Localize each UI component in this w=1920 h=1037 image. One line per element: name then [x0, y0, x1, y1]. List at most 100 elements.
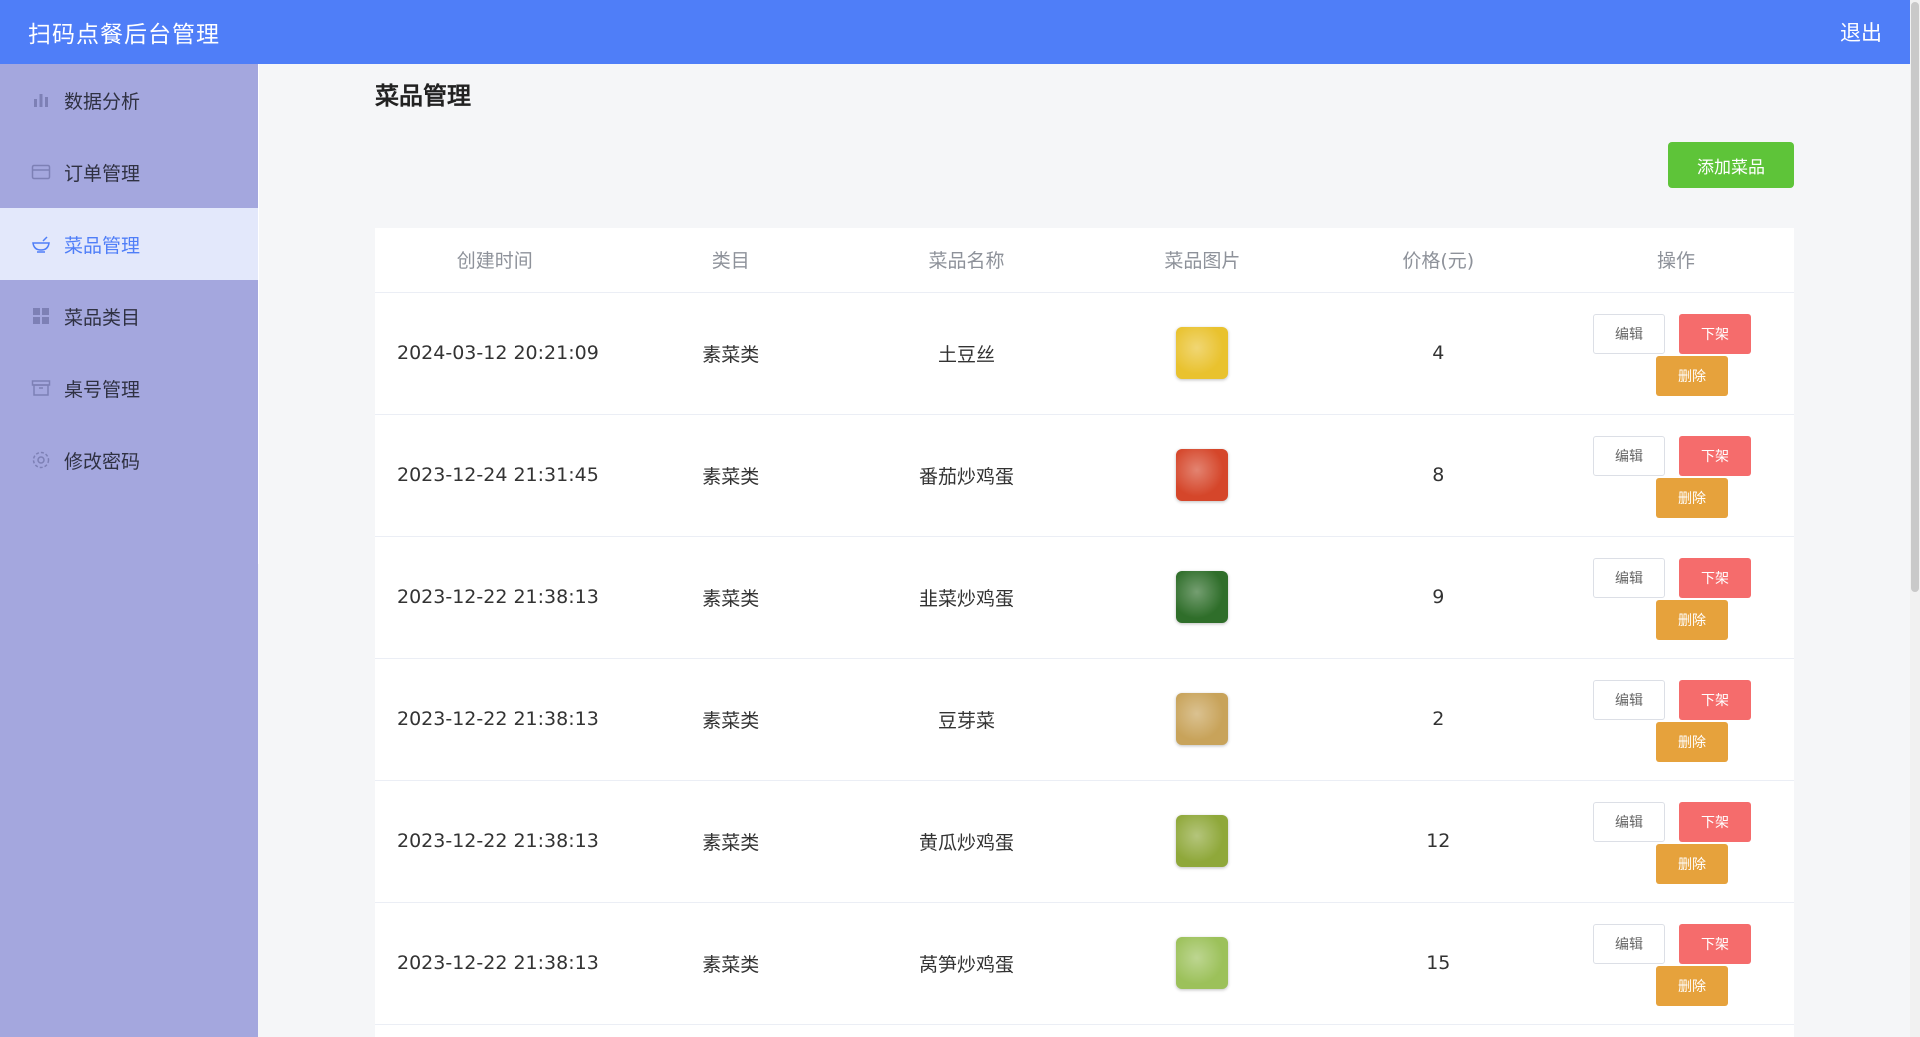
created-time-cell: 2023-12-22 21:38:13 [375, 536, 615, 659]
created-time-cell: 2023-12-22 21:38:13 [375, 658, 615, 781]
category-cell: 素菜类 [614, 780, 847, 903]
delete-button[interactable]: 删除 [1655, 844, 1728, 884]
dish-image [1176, 693, 1229, 745]
created-time-cell: 2023-12-24 21:31:45 [375, 414, 615, 537]
take-down-button[interactable]: 下架 [1678, 314, 1751, 354]
edit-button[interactable]: 编辑 [1592, 924, 1665, 964]
sidebar-item-label: 数据分析 [64, 90, 141, 113]
dish-image [1176, 937, 1229, 989]
table-row: 2023-12-22 21:38:13 素菜类 韭菜炒鸡蛋 9 编辑 下架 删除 [375, 536, 1794, 659]
column-header-price: 价格(元) [1318, 228, 1558, 293]
gear-icon [30, 449, 52, 471]
price-cell: 15 [1318, 902, 1558, 1025]
actions-cell: 编辑 下架 删除 [1557, 902, 1794, 1025]
price-cell: 8 [1318, 414, 1558, 537]
actions-cell: 编辑 下架 删除 [1557, 658, 1794, 781]
column-header-dish-name: 菜品名称 [846, 228, 1087, 293]
dish-name-cell: 土豆丝 [846, 292, 1087, 415]
add-dish-button[interactable]: 添加菜品 [1668, 142, 1794, 188]
take-down-button[interactable]: 下架 [1678, 680, 1751, 720]
price-cell: 9 [1318, 536, 1558, 659]
main-content: 菜品管理 添加菜品 创建时间 类目 菜品名称 菜品图片 价格(元) 操作 202… [258, 64, 1910, 1037]
price-cell: 12 [1318, 780, 1558, 903]
dish-image [1176, 327, 1229, 379]
sidebar-item-data-analysis[interactable]: 数据分析 [0, 64, 258, 136]
edit-button[interactable]: 编辑 [1592, 802, 1665, 842]
sidebar-item-table-management[interactable]: 桌号管理 [0, 352, 258, 424]
dish-image [1176, 571, 1229, 623]
dish-name-cell: 莴笋炒鸡蛋 [846, 902, 1087, 1025]
table-row: 2023-12-22 21:38:13 素菜类 黄瓜炒鸡蛋 12 编辑 下架 删… [375, 780, 1794, 903]
take-down-button[interactable]: 下架 [1678, 558, 1751, 598]
table-header-row: 创建时间 类目 菜品名称 菜品图片 价格(元) 操作 [375, 228, 1794, 293]
sidebar-item-label: 订单管理 [64, 162, 141, 185]
box-icon [30, 377, 52, 399]
category-cell: 素菜类 [614, 902, 847, 1025]
edit-button[interactable]: 编辑 [1592, 436, 1665, 476]
dish-image-cell [1086, 292, 1319, 415]
sidebar-item-dish-management[interactable]: 菜品管理 [0, 208, 258, 280]
table-row: 2023-12-22 21:38:13 素菜类 豆芽菜 2 编辑 下架 删除 [375, 658, 1794, 781]
sidebar-item-change-password[interactable]: 修改密码 [0, 424, 258, 496]
sidebar-item-label: 菜品管理 [64, 234, 141, 257]
dish-image-cell [1086, 414, 1319, 537]
actions-cell: 编辑 下架 删除 [1557, 292, 1794, 415]
dish-image [1176, 449, 1229, 501]
top-header: 扫码点餐后台管理 退出 [0, 0, 1910, 64]
table-row: 2023-12-24 21:31:45 素菜类 番茄炒鸡蛋 8 编辑 下架 删除 [375, 414, 1794, 537]
logout-button[interactable]: 退出 [1840, 17, 1882, 47]
sidebar-item-label: 修改密码 [64, 450, 141, 473]
card-icon [30, 161, 52, 183]
bar-chart-icon [30, 89, 52, 111]
grid-icon [30, 305, 52, 327]
dish-name-cell: 豆芽菜 [846, 658, 1087, 781]
created-time-cell: 2023-12-22 21:38:13 [375, 780, 615, 903]
dish-table: 创建时间 类目 菜品名称 菜品图片 价格(元) 操作 2024-03-12 20… [375, 228, 1794, 1037]
category-cell: 素菜类 [614, 536, 847, 659]
dish-image-cell [1086, 658, 1319, 781]
column-header-dish-image: 菜品图片 [1086, 228, 1319, 293]
category-cell: 素菜类 [614, 292, 847, 415]
delete-button[interactable]: 删除 [1655, 356, 1728, 396]
column-header-created-time: 创建时间 [375, 228, 615, 293]
dish-image-cell [1086, 536, 1319, 659]
edit-button[interactable]: 编辑 [1592, 558, 1665, 598]
category-cell: 素菜类 [614, 414, 847, 537]
sidebar-item-order-management[interactable]: 订单管理 [0, 136, 258, 208]
edit-button[interactable]: 编辑 [1592, 680, 1665, 720]
sidebar-item-label: 桌号管理 [64, 378, 141, 401]
take-down-button[interactable]: 下架 [1678, 436, 1751, 476]
price-cell: 2 [1318, 658, 1558, 781]
delete-button[interactable]: 删除 [1655, 722, 1728, 762]
scrollbar-thumb[interactable] [1911, 2, 1919, 592]
actions-cell: 编辑 下架 删除 [1557, 414, 1794, 537]
category-cell: 素菜类 [614, 658, 847, 781]
scrollbar[interactable] [1910, 0, 1920, 1037]
edit-button[interactable]: 编辑 [1592, 314, 1665, 354]
table-row: 2023-12-22 21:38:13 素菜类 莴笋炒鸡蛋 15 编辑 下架 删… [375, 902, 1794, 1025]
created-time-cell: 2023-12-22 21:38:13 [375, 902, 615, 1025]
delete-button[interactable]: 删除 [1655, 478, 1728, 518]
sidebar-item-label: 菜品类目 [64, 306, 141, 329]
table-row: 2024-03-12 20:21:09 素菜类 土豆丝 4 编辑 下架 删除 [375, 292, 1794, 415]
dish-name-cell: 黄瓜炒鸡蛋 [846, 780, 1087, 903]
actions-cell: 编辑 下架 删除 [1557, 536, 1794, 659]
bowl-icon [30, 233, 52, 255]
delete-button[interactable]: 删除 [1655, 600, 1728, 640]
sidebar-item-dish-category[interactable]: 菜品类目 [0, 280, 258, 352]
dish-image-cell [1086, 902, 1319, 1025]
sidebar: 数据分析 订单管理 菜品管理 菜品类目 桌号管理 修改密码 [0, 64, 258, 1037]
price-cell: 4 [1318, 292, 1558, 415]
dish-name-cell: 番茄炒鸡蛋 [846, 414, 1087, 537]
delete-button[interactable]: 删除 [1655, 966, 1728, 1006]
column-header-category: 类目 [614, 228, 847, 293]
take-down-button[interactable]: 下架 [1678, 802, 1751, 842]
take-down-button[interactable]: 下架 [1678, 924, 1751, 964]
dish-name-cell: 韭菜炒鸡蛋 [846, 536, 1087, 659]
created-time-cell: 2024-03-12 20:21:09 [375, 292, 615, 415]
actions-cell: 编辑 下架 删除 [1557, 780, 1794, 903]
page-title: 菜品管理 [375, 82, 471, 110]
app-title: 扫码点餐后台管理 [28, 22, 220, 48]
column-header-actions: 操作 [1557, 228, 1794, 293]
dish-image-cell [1086, 780, 1319, 903]
